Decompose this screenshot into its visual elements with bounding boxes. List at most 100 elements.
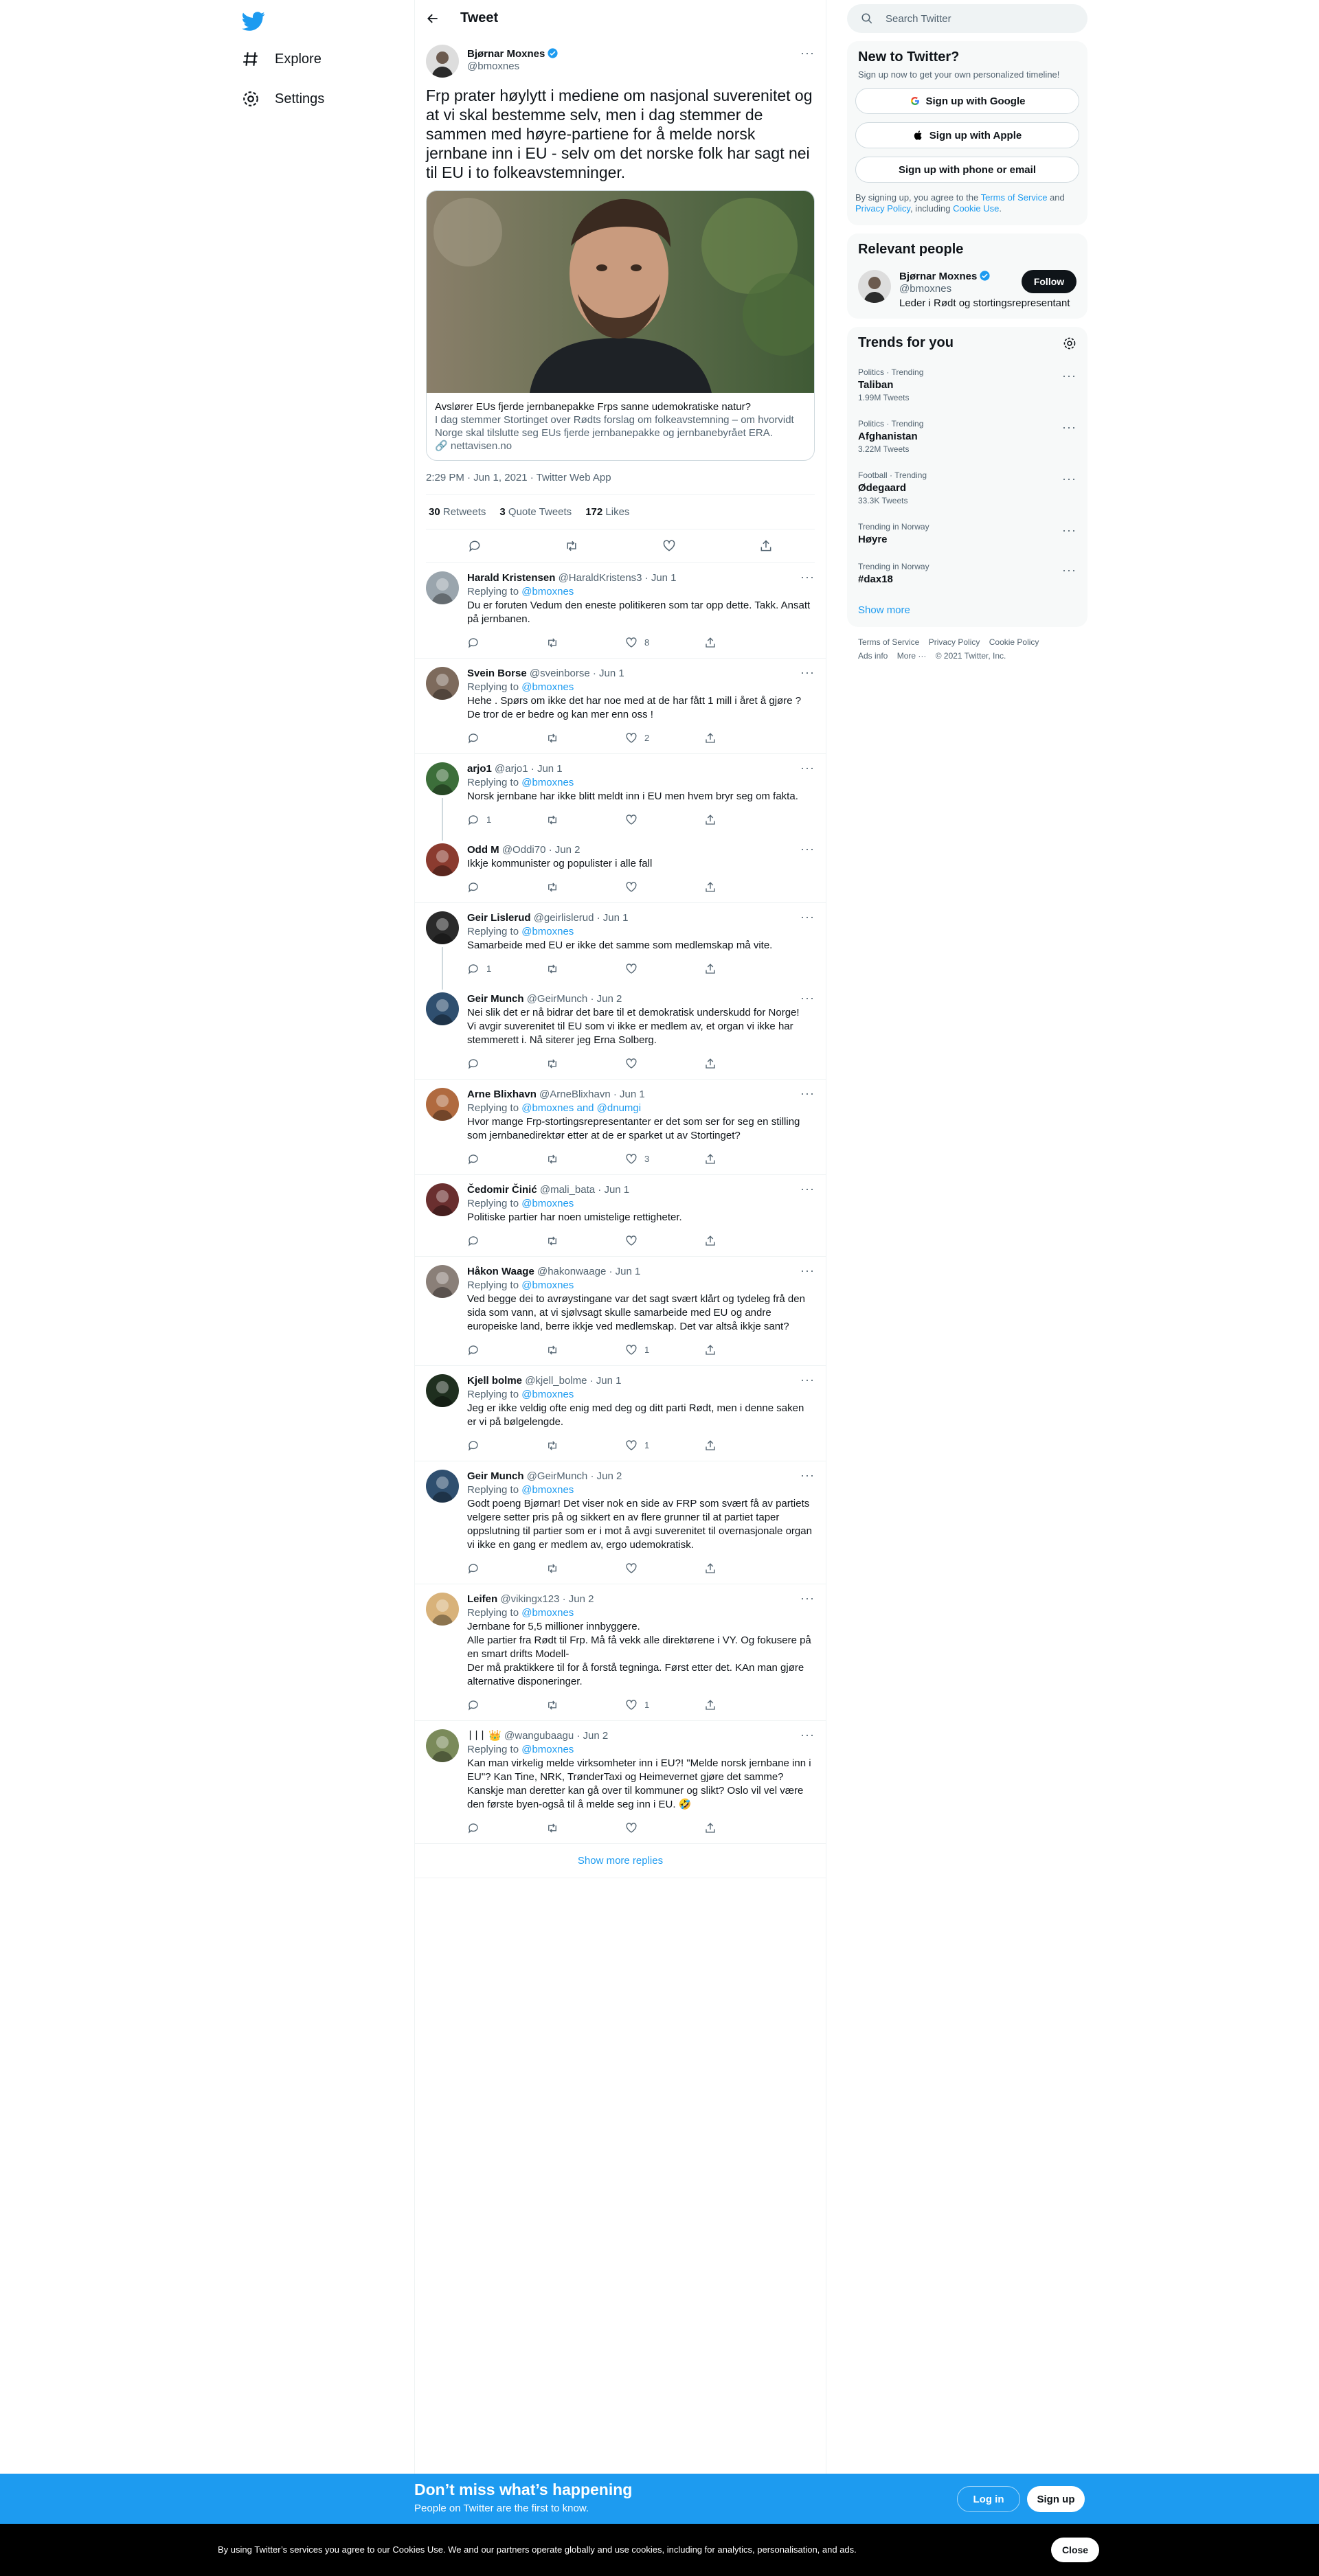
like-button[interactable] [625,1058,680,1070]
reply-button[interactable] [467,1822,522,1834]
like-button[interactable]: 8 [625,636,680,650]
retweet-button[interactable] [546,1699,601,1711]
retweet-button[interactable] [546,1822,601,1834]
footer-ads[interactable]: Ads info [858,651,888,661]
replying-to-link[interactable]: @bmoxnes [521,1389,574,1400]
like-button[interactable] [625,1822,680,1834]
reply-button[interactable] [467,1058,522,1070]
reply-button[interactable] [467,732,522,744]
search-input[interactable]: Search Twitter [847,4,1087,33]
reply-author-handle[interactable]: @GeirMunch · Jun 2 [527,993,622,1005]
reply-item[interactable]: Leifen @vikingx123 · Jun 2 Replying to @b… [415,1584,826,1721]
more-icon[interactable]: ··· [800,1373,815,1387]
like-button[interactable]: 1 [625,1698,680,1712]
trend-item[interactable]: Politics · Trending Taliban 1.99M Tweets ··… [847,359,1087,411]
relevant-person[interactable]: Bjørnar Moxnes @bmoxnes Follow Leder i R… [847,266,1087,319]
share-button[interactable] [704,1562,759,1575]
retweet-button[interactable] [546,1153,601,1165]
more-icon[interactable]: ··· [800,1591,815,1606]
like-button[interactable]: 3 [625,1152,680,1166]
nav-settings[interactable]: Settings [242,81,324,117]
reply-item[interactable]: Geir Munch @GeirMunch · Jun 2 Replying to… [415,1461,826,1584]
reply-item[interactable]: Harald Kristensen @HaraldKristens3 · Jun… [415,563,826,659]
replying-to-link[interactable]: @bmoxnes [521,1279,574,1291]
reply-author-handle[interactable]: @Oddi70 · Jun 2 [502,844,580,856]
avatar[interactable] [426,571,459,604]
like-button[interactable]: 1 [625,1439,680,1452]
reply-author-handle[interactable]: @sveinborse · Jun 1 [530,668,624,679]
reply-button[interactable] [467,1699,522,1711]
share-icon[interactable] [759,539,773,553]
avatar[interactable] [426,992,459,1025]
reply-button[interactable] [467,1153,522,1165]
avatar[interactable] [426,1088,459,1121]
retweet-icon[interactable] [565,539,578,553]
reply-item[interactable]: Geir Munch @GeirMunch · Jun 2 Nei slik de… [415,984,826,1080]
share-button[interactable] [704,1439,759,1452]
show-more-trends[interactable]: Show more [847,593,1087,627]
like-button[interactable] [625,1562,680,1575]
reply-author-handle[interactable]: @kjell_bolme · Jun 1 [525,1375,621,1387]
login-button[interactable]: Log in [957,2486,1020,2512]
reply-button[interactable] [467,1439,522,1452]
more-icon[interactable]: ··· [1062,420,1076,435]
footer-cookie[interactable]: Cookie Policy [989,637,1039,647]
reply-author-handle[interactable]: @wangubaagu · Jun 2 [504,1730,608,1742]
back-arrow-icon[interactable] [426,12,440,25]
reply-button[interactable] [467,637,522,649]
more-icon[interactable]: ··· [1062,369,1076,383]
avatar[interactable] [426,1729,459,1762]
reply-icon[interactable] [468,539,482,553]
signup-phone-button[interactable]: Sign up with phone or email [855,157,1079,183]
more-icon[interactable]: ··· [800,1468,815,1483]
reply-button[interactable] [467,1562,522,1575]
reply-item[interactable]: Svein Borse @sveinborse · Jun 1 Replying … [415,659,826,754]
share-button[interactable] [704,1344,759,1356]
footer-more[interactable]: More ··· [897,651,927,661]
share-button[interactable] [704,1058,759,1070]
likes-stat[interactable]: 172 Likes [585,506,629,518]
like-icon[interactable] [662,539,676,553]
more-icon[interactable]: ··· [1062,563,1076,578]
reply-author-name[interactable]: Leifen [467,1593,497,1605]
like-button[interactable]: 1 [625,1343,680,1357]
reply-item[interactable]: Čedomir Činić @mali_bata · Jun 1 Replying… [415,1175,826,1257]
share-button[interactable] [704,1822,759,1834]
share-button[interactable] [704,637,759,649]
like-button[interactable] [625,881,680,893]
avatar[interactable] [426,1374,459,1407]
reply-author-name[interactable]: Kjell bolme [467,1375,522,1387]
author-name[interactable]: Bjørnar Moxnes [467,48,545,60]
footer-privacy[interactable]: Privacy Policy [929,637,980,647]
reply-author-name[interactable]: Geir Lislerud [467,912,531,924]
like-button[interactable] [625,814,680,826]
more-icon[interactable]: ··· [800,1086,815,1101]
replying-to-link[interactable]: @bmoxnes [521,1744,574,1755]
more-icon[interactable]: ··· [800,1264,815,1278]
reply-author-name[interactable]: ᛁᛁᛁ 👑 [467,1730,501,1742]
retweet-button[interactable] [546,881,601,893]
more-icon[interactable]: ··· [1062,472,1076,486]
retweet-button[interactable] [546,1344,601,1356]
reply-author-handle[interactable]: @hakonwaage · Jun 1 [537,1266,640,1277]
reply-item[interactable]: Odd M @Oddi70 · Jun 2 Ikkje kommunister o… [415,835,826,903]
reply-author-handle[interactable]: @mali_bata · Jun 1 [540,1184,629,1196]
like-button[interactable] [625,963,680,975]
avatar[interactable] [426,1593,459,1626]
retweet-button[interactable] [546,1235,601,1247]
reply-item[interactable]: Kjell bolme @kjell_bolme · Jun 1 Replying… [415,1366,826,1461]
share-button[interactable] [704,1153,759,1165]
reply-button[interactable] [467,1344,522,1356]
cookie-link[interactable]: Cookie Use [953,203,999,214]
retweet-button[interactable] [546,1058,601,1070]
more-icon[interactable]: ··· [800,991,815,1005]
share-button[interactable] [704,963,759,975]
avatar[interactable] [858,270,891,303]
more-icon[interactable]: ··· [800,46,815,60]
follow-button[interactable]: Follow [1022,270,1076,293]
reply-item[interactable]: Håkon Waage @hakonwaage · Jun 1 Replying … [415,1257,826,1366]
reply-author-name[interactable]: Arne Blixhavn [467,1088,537,1100]
reply-author-name[interactable]: Geir Munch [467,1470,524,1482]
quotes-stat[interactable]: 3 Quote Tweets [499,506,572,518]
reply-button[interactable]: 1 [467,962,522,976]
